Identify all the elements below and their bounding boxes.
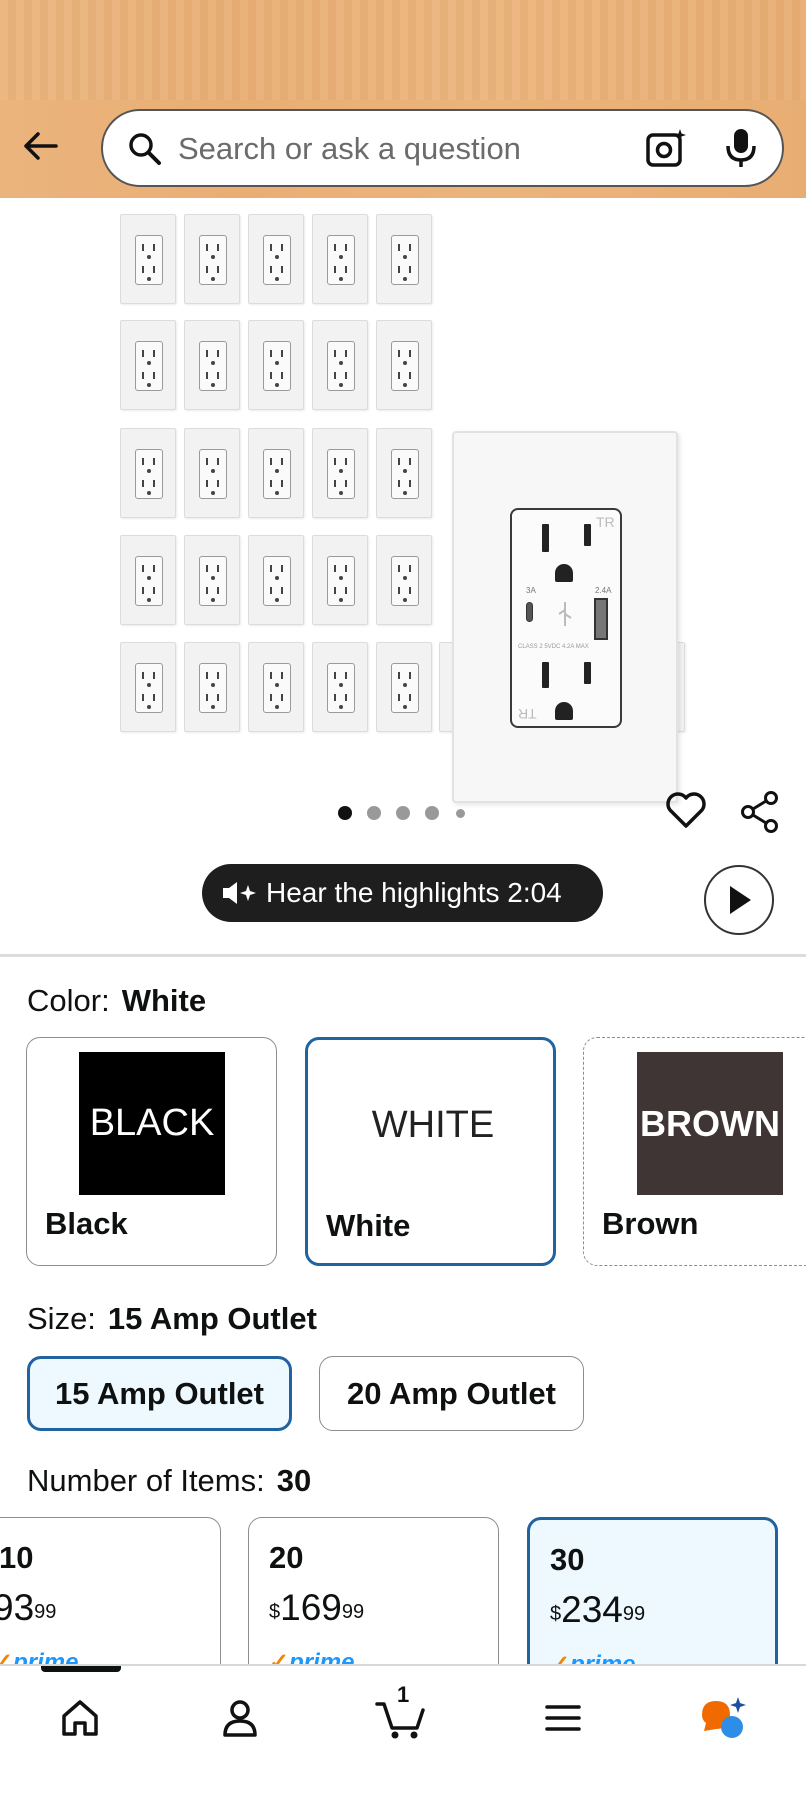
outlet-thumbnail (376, 535, 432, 625)
size-selected-value: 15 Amp Outlet (107, 1301, 317, 1336)
microphone-icon[interactable] (723, 127, 759, 169)
color-name-black: Black (45, 1206, 128, 1241)
count-value: 30 (550, 1542, 585, 1577)
back-arrow-icon[interactable] (16, 122, 64, 170)
search-input[interactable]: Search or ask a question (101, 109, 784, 187)
outlet-thumbnail (376, 214, 432, 304)
outlet-thumbnail (120, 214, 176, 304)
bottom-navigation: 1 (0, 1664, 806, 1795)
outlet-thumbnail (184, 214, 240, 304)
price: 9399 (0, 1587, 57, 1628)
color-swatch-black: BLACK (79, 1052, 225, 1195)
size-label: Size: 15 Amp Outlet (27, 1301, 317, 1336)
carousel-dot-3[interactable] (396, 806, 410, 820)
color-name-brown: Brown (602, 1206, 699, 1241)
outlet-thumbnail (376, 320, 432, 410)
header-background (0, 0, 806, 100)
color-name-white: White (326, 1208, 411, 1243)
play-icon (730, 886, 751, 914)
outlet-thumbnail (312, 642, 368, 732)
hear-highlights-label: Hear the highlights 2:04 (266, 877, 562, 908)
carousel-dot-5[interactable] (456, 809, 465, 818)
outlet-thumbnail (312, 214, 368, 304)
home-icon[interactable] (50, 1688, 110, 1748)
outlet-thumbnail (120, 642, 176, 732)
count-value: 20 (269, 1540, 304, 1575)
outlet-thumbnail (120, 320, 176, 410)
tr-mark-top: TR (596, 514, 615, 530)
price: $23499 (550, 1589, 646, 1630)
outlet-thumbnail (248, 214, 304, 304)
cart-count: 1 (397, 1682, 410, 1707)
outlet-thumbnail (312, 428, 368, 518)
section-divider (0, 954, 806, 957)
outlet-thumbnail (184, 535, 240, 625)
outlet-thumbnail (312, 320, 368, 410)
menu-icon[interactable] (533, 1688, 593, 1748)
class-label: CLASS 2 5VDC 4.2A MAX (518, 644, 589, 650)
carousel-dot-1[interactable] (338, 806, 352, 820)
outlet-thumbnail (312, 535, 368, 625)
color-swatch-brown: BROWN (637, 1052, 783, 1195)
outlet-thumbnail (120, 535, 176, 625)
outlet-thumbnail (248, 428, 304, 518)
outlet-thumbnail (248, 642, 304, 732)
search-icon (129, 133, 161, 165)
size-option-20-amp[interactable]: 20 Amp Outlet (319, 1356, 584, 1431)
share-icon[interactable] (738, 790, 782, 834)
active-tab-indicator (41, 1666, 121, 1672)
color-label: Color: White (27, 983, 207, 1018)
hear-highlights-button[interactable]: Hear the highlights 2:04 (202, 864, 603, 922)
outlet-thumbnail (248, 535, 304, 625)
carousel-dot-2[interactable] (367, 806, 381, 820)
usb-c-label: 3A (526, 586, 536, 595)
outlet-thumbnail (376, 642, 432, 732)
color-option-black[interactable]: BLACK Black (26, 1037, 277, 1266)
outlet-receptacle: TR 3A 2.4A CLASS 2 5VDC 4.2A MAX TR (510, 508, 622, 728)
heart-icon[interactable] (664, 788, 708, 832)
count-value: 10 (0, 1540, 34, 1575)
outlet-thumbnail (184, 428, 240, 518)
rufus-assistant-icon[interactable] (694, 1688, 754, 1748)
tr-mark-bottom: TR (518, 706, 537, 722)
size-option-15-amp[interactable]: 15 Amp Outlet (27, 1356, 292, 1431)
carousel-dot-4[interactable] (425, 806, 439, 820)
count-selected-value: 30 (276, 1463, 312, 1498)
play-video-button[interactable] (704, 865, 774, 935)
color-option-brown[interactable]: BROWN Brown (583, 1037, 806, 1266)
cart-icon[interactable]: 1 (371, 1682, 431, 1748)
outlet-thumbnail (120, 428, 176, 518)
number-of-items-label: Number of Items: 30 (27, 1463, 312, 1498)
outlet-thumbnail (376, 428, 432, 518)
color-option-white[interactable]: WHITE White (305, 1037, 556, 1266)
header-bar: Search or ask a question (0, 0, 806, 198)
outlet-image: TR 3A 2.4A CLASS 2 5VDC 4.2A MAX TR (452, 431, 678, 803)
color-swatch-white: WHITE (360, 1054, 506, 1197)
usb-a-label: 2.4A (595, 586, 612, 595)
product-image-gallery[interactable]: TR 3A 2.4A CLASS 2 5VDC 4.2A MAX TR (0, 198, 806, 935)
outlet-thumbnail (248, 320, 304, 410)
audio-sparkle-icon (223, 882, 256, 904)
product-page: Search or ask a question TR 3A 2.4A CLAS… (0, 0, 806, 1795)
camera-search-icon[interactable] (645, 127, 687, 169)
account-icon[interactable] (210, 1688, 270, 1748)
outlet-thumbnail (184, 642, 240, 732)
outlet-thumbnail (184, 320, 240, 410)
color-selected-value: White (121, 983, 207, 1018)
price: $16999 (269, 1587, 365, 1628)
search-placeholder: Search or ask a question (178, 131, 521, 166)
